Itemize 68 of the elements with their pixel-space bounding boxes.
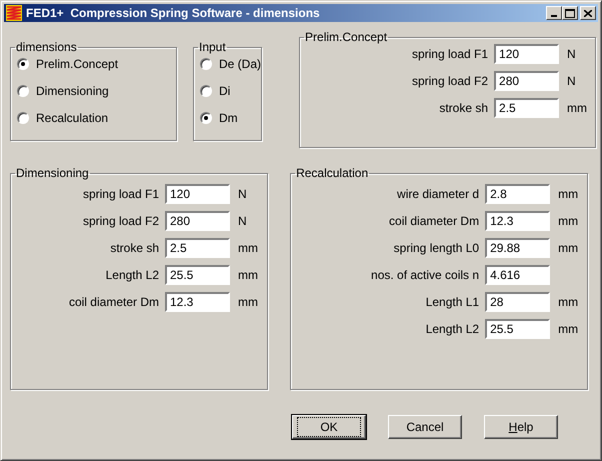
radio-circle[interactable] bbox=[200, 58, 212, 70]
input-field[interactable]: 280 bbox=[165, 211, 230, 231]
unit-label: mm bbox=[566, 101, 588, 115]
group-title: Dimensioning bbox=[15, 166, 90, 180]
radio-circle[interactable] bbox=[17, 85, 29, 97]
input-field[interactable]: 12.3 bbox=[485, 211, 550, 231]
input-field[interactable]: 4.616 bbox=[485, 265, 550, 285]
group-title: Input bbox=[198, 40, 227, 54]
field-label: wire diameter d bbox=[396, 187, 480, 201]
field-label: stroke sh bbox=[109, 241, 159, 255]
input-field[interactable]: 29.88 bbox=[485, 238, 550, 258]
maximize-icon bbox=[565, 8, 575, 18]
unit-label: mm bbox=[557, 295, 580, 309]
input-field[interactable]: 28 bbox=[485, 292, 550, 312]
app-logo-icon bbox=[6, 5, 22, 21]
field-label: spring load F2 bbox=[82, 214, 159, 228]
field-label: Length L1 bbox=[424, 295, 480, 309]
unit-label: mm bbox=[557, 187, 580, 201]
dialog-button[interactable]: Help bbox=[484, 415, 558, 439]
dialog-button[interactable]: OK bbox=[292, 415, 366, 439]
input-field[interactable]: 120 bbox=[165, 184, 230, 204]
radio-option[interactable]: Dm bbox=[200, 110, 262, 126]
field-label: Length L2 bbox=[104, 268, 159, 282]
radio-option[interactable]: Recalculation bbox=[17, 110, 176, 126]
input-field[interactable]: 2.8 bbox=[485, 184, 550, 204]
radio-circle[interactable] bbox=[17, 58, 29, 70]
input-field[interactable]: 12.3 bbox=[165, 292, 230, 312]
group-title: Prelim.Concept bbox=[304, 30, 388, 44]
unit-label: mm bbox=[237, 268, 259, 282]
input-field[interactable]: 25.5 bbox=[165, 265, 230, 285]
input-field[interactable]: 25.5 bbox=[485, 319, 550, 339]
radio-circle[interactable] bbox=[200, 85, 212, 97]
input-field[interactable]: 280 bbox=[494, 71, 560, 91]
unit-label: N bbox=[237, 214, 248, 228]
unit-label: mm bbox=[557, 214, 580, 228]
close-button[interactable] bbox=[580, 6, 596, 20]
maximize-button[interactable] bbox=[562, 6, 578, 20]
unit-label: N bbox=[566, 74, 577, 88]
minimize-button[interactable] bbox=[546, 6, 562, 20]
field-label: spring length L0 bbox=[392, 241, 480, 255]
unit-label: mm bbox=[557, 322, 580, 336]
input-field[interactable]: 120 bbox=[494, 44, 560, 64]
window-title: FED1+ Compression Spring Software - dimensions bbox=[26, 6, 321, 20]
radio-circle[interactable] bbox=[17, 112, 29, 124]
field-label: coil diameter Dm bbox=[68, 295, 159, 309]
dialog-button[interactable]: Cancel bbox=[388, 415, 462, 439]
unit-label: mm bbox=[237, 241, 259, 255]
field-label: spring load F1 bbox=[82, 187, 159, 201]
field-label: spring load F2 bbox=[410, 74, 488, 88]
unit-label: mm bbox=[237, 295, 259, 309]
radio-circle[interactable] bbox=[200, 112, 212, 124]
input-field[interactable]: 2.5 bbox=[494, 98, 560, 118]
radio-option[interactable]: Dimensioning bbox=[17, 83, 176, 99]
unit-label: N bbox=[237, 187, 248, 201]
field-label: stroke sh bbox=[438, 101, 488, 115]
input-field[interactable]: 2.5 bbox=[165, 238, 230, 258]
field-label: Length L2 bbox=[424, 322, 480, 336]
field-label: spring load F1 bbox=[410, 47, 488, 61]
radio-option[interactable]: Di bbox=[200, 83, 262, 99]
group-title: dimensions bbox=[15, 40, 78, 54]
group-title: Recalculation bbox=[295, 166, 370, 180]
field-label: nos. of active coils n bbox=[370, 268, 480, 282]
unit-label: N bbox=[566, 47, 577, 61]
unit-label: mm bbox=[557, 241, 580, 255]
field-label: coil diameter Dm bbox=[388, 214, 480, 228]
close-icon bbox=[584, 10, 592, 16]
radio-option[interactable]: Prelim.Concept bbox=[17, 56, 176, 72]
radio-option[interactable]: De (Da) bbox=[200, 56, 262, 72]
